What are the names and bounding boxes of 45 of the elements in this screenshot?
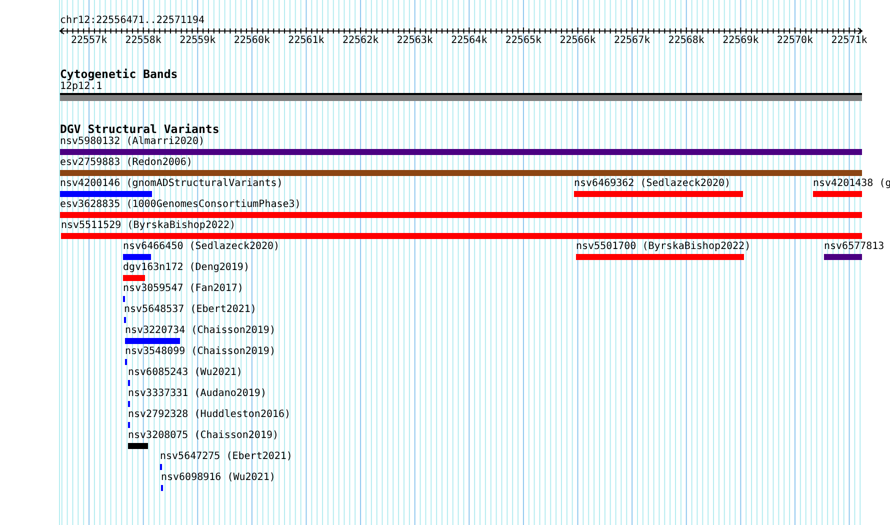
feature-label[interactable]: nsv6577813 xyxy=(824,241,884,253)
feature-label[interactable]: esv3628835 (1000GenomesConsortiumPhase3) xyxy=(60,199,301,211)
feature-label[interactable]: nsv5648537 (Ebert2021) xyxy=(124,304,256,316)
tick-label: 22569k xyxy=(722,35,759,47)
tick-label: 22558k xyxy=(125,35,162,47)
feature-label[interactable]: nsv6469362 (Sedlazeck2020) xyxy=(574,178,731,190)
feature-label[interactable]: 12p12.1 xyxy=(60,81,102,93)
tick-label: 22566k xyxy=(560,35,596,47)
feature-label[interactable]: nsv3548099 (Chaisson2019) xyxy=(124,346,276,358)
feature-label[interactable]: nsv5647275 (Ebert2021) xyxy=(160,451,292,463)
tick-label: 22564k xyxy=(451,35,488,47)
feature-label[interactable]: nsv5511529 (ByrskaBishop2022) xyxy=(60,220,236,232)
feature-label[interactable]: nsv5980132 (Almarri2020) xyxy=(60,136,204,148)
feature-label[interactable]: nsv3208075 (Chaisson2019) xyxy=(128,430,279,442)
tick-label: 22567k xyxy=(614,35,650,47)
tick-label: 22561k xyxy=(288,35,324,47)
feature-label[interactable]: nsv6098916 (Wu2021) xyxy=(160,472,276,484)
location-label: chr12:22556471..22571194 xyxy=(60,14,206,27)
tick-label: 22571k xyxy=(831,35,868,47)
feature-label[interactable]: nsv6085243 (Wu2021) xyxy=(128,367,242,379)
tick-label: 22563k xyxy=(396,35,433,47)
feature-label[interactable]: nsv3337331 (Audano2019) xyxy=(128,388,266,400)
tick-label: 22559k xyxy=(180,35,216,47)
feature-label[interactable]: nsv3059547 (Fan2017) xyxy=(123,283,244,295)
feature-bar[interactable] xyxy=(123,296,126,302)
feature-label[interactable]: nsv4200146 (gnomADStructuralVariants) xyxy=(60,178,283,190)
feature-bar[interactable] xyxy=(160,485,163,491)
tick-label: 22565k xyxy=(505,35,542,47)
tick-label: 22560k xyxy=(234,35,270,47)
feature-bar[interactable] xyxy=(60,93,862,101)
tick-label: 22568k xyxy=(668,35,704,47)
feature-bar[interactable] xyxy=(124,359,127,365)
tick-label: 22557k xyxy=(70,35,108,47)
feature-label[interactable]: nsv5501700 (ByrskaBishop2022) xyxy=(576,241,751,253)
feature-label[interactable]: nsv3220734 (Chaisson2019) xyxy=(124,325,276,337)
feature-label[interactable]: esv2759883 (Redon2006) xyxy=(60,157,192,169)
feature-bar[interactable] xyxy=(124,317,126,323)
feature-label[interactable]: nsv4201438 (g xyxy=(812,178,890,190)
tick-label: 22562k xyxy=(342,35,379,47)
track-title: DGV Structural Variants xyxy=(60,123,220,136)
feature-label[interactable]: nsv2792328 (Huddleston2016) xyxy=(128,409,291,421)
track-title: Cytogenetic Bands xyxy=(60,68,179,81)
tick-label: 22570k xyxy=(776,35,814,47)
feature-label[interactable]: nsv6466450 (Sedlazeck2020) xyxy=(123,241,280,253)
feature-label[interactable]: dgv163n172 (Deng2019) xyxy=(123,262,250,274)
